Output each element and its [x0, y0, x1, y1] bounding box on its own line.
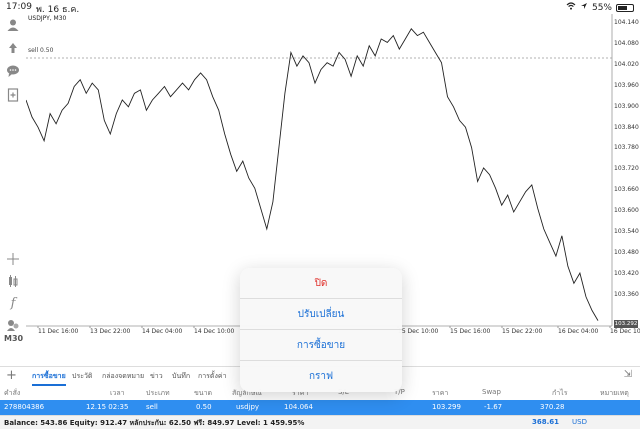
- x-tick-label: 16 Dec 10:00: [610, 328, 640, 335]
- battery-percent: 55%: [591, 2, 612, 13]
- add-document-icon[interactable]: [4, 86, 22, 104]
- y-tick-label: 103.540: [614, 228, 639, 235]
- y-tick-label: 104.020: [614, 60, 639, 68]
- y-tick-label: 103.720: [614, 165, 639, 173]
- y-tick-label: 103.900: [614, 102, 639, 110]
- header-type: ประเภท: [146, 389, 170, 397]
- row-volume: 0.50: [196, 403, 212, 411]
- y-tick-label: 103.780: [614, 144, 639, 152]
- x-tick-label: 15 Dec 16:00: [450, 328, 491, 335]
- status-time: 17:09: [6, 2, 32, 12]
- row-open-price: 104.064: [284, 403, 313, 411]
- close-order-button[interactable]: ปิด: [240, 268, 402, 299]
- tab-journal[interactable]: บันทึก: [172, 371, 190, 382]
- row-symbol: usdjpy: [236, 403, 260, 411]
- tab-mailbox[interactable]: กล่องจดหมาย: [102, 371, 144, 382]
- sell-level-label: sell 0.50: [28, 47, 54, 54]
- tab-history[interactable]: ประวัติ: [72, 371, 92, 382]
- row-type: sell: [146, 403, 158, 411]
- y-tick-label: 103.960: [614, 81, 639, 89]
- location-arrow-icon: [580, 2, 588, 13]
- x-tick-label: 16 Dec 04:00: [558, 328, 599, 335]
- status-right: 55%: [566, 2, 634, 13]
- y-tick-label: 103.600: [614, 207, 639, 215]
- x-tick-label: 15 Dec 10:00: [398, 328, 439, 335]
- row-time: 12.15 02:35: [86, 403, 129, 411]
- chart-button[interactable]: กราฟ: [240, 361, 402, 392]
- tab-settings[interactable]: การตั้งค่า: [198, 371, 227, 382]
- tab-trade[interactable]: การซื้อขาย: [32, 371, 66, 386]
- row-profit: 370.28: [540, 403, 565, 411]
- chart-symbol-label: USDJPY, M30: [28, 15, 67, 22]
- header-time: เวลา: [110, 389, 125, 397]
- table-row[interactable]: 278804386 12.15 02:35 sell 0.50 usdjpy 1…: [0, 400, 640, 415]
- header-current-price: ราคา: [432, 389, 449, 397]
- x-tick-label: 14 Dec 04:00: [142, 328, 183, 335]
- wifi-icon: [566, 2, 576, 13]
- balance-bar: Balance: 543.86 Equity: 912.47 หลักประกั…: [0, 415, 640, 429]
- trade-arrows-icon[interactable]: [4, 38, 22, 56]
- timeframe-label[interactable]: M30: [4, 334, 23, 343]
- balance-summary: Balance: 543.86 Equity: 912.47 หลักประกั…: [4, 419, 305, 427]
- battery-icon: [616, 3, 634, 12]
- chat-icon[interactable]: [4, 62, 22, 80]
- left-toolbar: f M30: [0, 14, 26, 343]
- profit-currency: USD: [572, 418, 587, 426]
- account-icon[interactable]: [4, 16, 22, 34]
- y-tick-label: 103.840: [614, 123, 639, 131]
- y-tick-label: 104.140: [614, 19, 639, 26]
- y-tick-label: 103.420: [614, 269, 639, 277]
- y-tick-label: 103.360: [614, 290, 639, 298]
- header-profit: กำไร: [552, 389, 568, 397]
- x-tick-label: 15 Dec 22:00: [502, 328, 543, 335]
- row-swap: -1.67: [484, 403, 503, 411]
- total-profit: 368.61: [532, 418, 560, 426]
- trade-button[interactable]: การซื้อขาย: [240, 330, 402, 361]
- y-tick-label: 103.660: [614, 186, 639, 194]
- crosshair-icon[interactable]: [4, 250, 22, 268]
- modify-order-button[interactable]: ปรับเปลี่ยน: [240, 299, 402, 330]
- add-icon[interactable]: +: [6, 368, 17, 383]
- status-bar: 17:09 พ. 16 ธ.ค. 55%: [0, 0, 640, 15]
- header-volume: ขนาด: [194, 389, 213, 397]
- expand-icon[interactable]: ⇲: [624, 369, 632, 380]
- x-tick-label: 14 Dec 10:00: [194, 328, 235, 335]
- y-tick-label: 104.080: [614, 39, 639, 47]
- tab-news[interactable]: ข่าว: [150, 371, 163, 382]
- row-order: 278804386: [4, 403, 45, 411]
- header-comment: หมายเหตุ: [600, 389, 629, 397]
- header-order: คำสั่ง: [4, 389, 21, 397]
- header-swap: Swap: [482, 388, 501, 396]
- y-tick-label: 103.480: [614, 248, 639, 256]
- indicators-icon[interactable]: [4, 272, 22, 290]
- row-current-price: 103.299: [432, 403, 461, 411]
- x-tick-label: 11 Dec 16:00: [38, 328, 79, 335]
- x-tick-label: 13 Dec 22:00: [90, 328, 131, 335]
- current-price-badge: 103.292: [614, 320, 638, 328]
- order-action-sheet: ปิด ปรับเปลี่ยน การซื้อขาย กราฟ: [240, 268, 402, 392]
- objects-icon[interactable]: [4, 316, 22, 334]
- function-icon[interactable]: f: [4, 294, 22, 312]
